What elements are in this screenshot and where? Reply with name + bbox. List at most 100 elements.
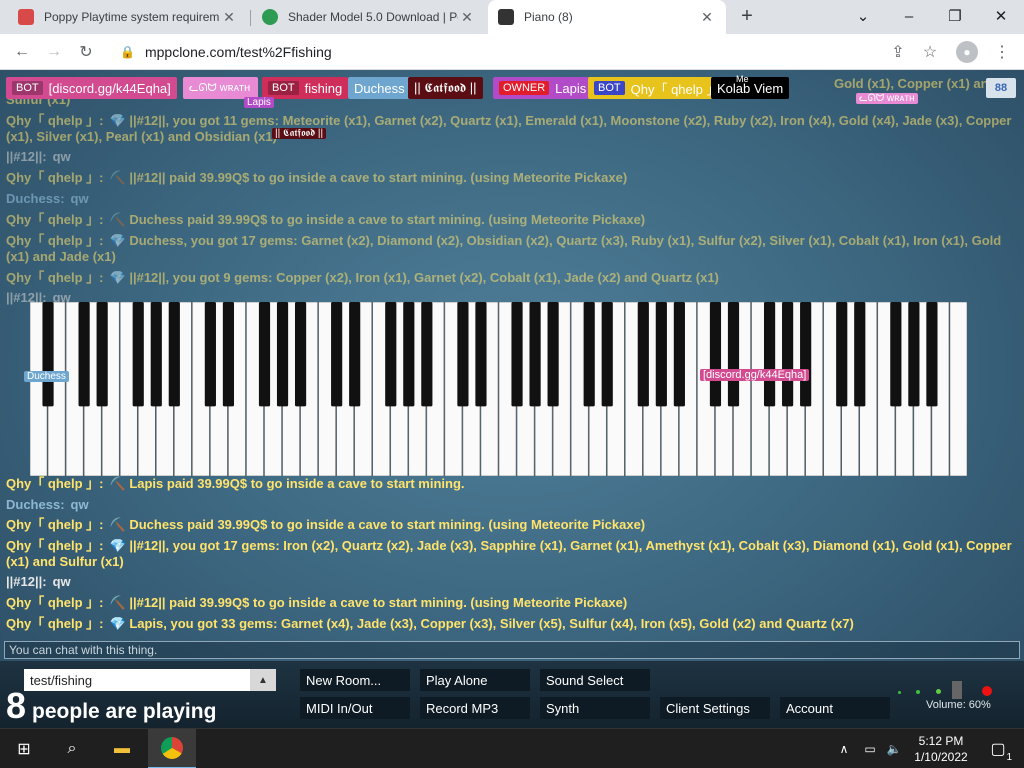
black-key[interactable] (601, 302, 613, 407)
volume-dot (936, 689, 941, 694)
black-key[interactable] (403, 302, 415, 407)
black-key[interactable] (421, 302, 433, 407)
black-key[interactable] (782, 302, 794, 407)
chat-text: Gold (x1), Copper (x1) and (834, 76, 997, 91)
client-settings-button[interactable]: Client Settings (660, 697, 770, 719)
black-key[interactable] (511, 302, 523, 407)
black-key[interactable] (150, 302, 162, 407)
close-icon[interactable]: ✕ (698, 9, 716, 26)
reload-icon[interactable]: ↻ (74, 40, 98, 64)
black-key[interactable] (457, 302, 469, 407)
black-key[interactable] (890, 302, 902, 407)
speaker-icon[interactable]: 🔈 (882, 729, 906, 768)
black-key[interactable] (258, 302, 271, 407)
sound-select-button[interactable]: Sound Select (540, 669, 650, 691)
volume-slider-thumb[interactable] (952, 681, 962, 699)
black-key[interactable] (385, 302, 397, 407)
chat-input[interactable]: You can chat with this thing. (4, 641, 1020, 659)
people-text: people are playing (32, 700, 217, 723)
black-key[interactable] (132, 302, 144, 407)
black-key[interactable] (655, 302, 667, 407)
user-chip-duchess[interactable]: Duchess (348, 77, 411, 99)
black-key[interactable] (349, 302, 361, 407)
forward-icon[interactable]: → (42, 40, 66, 64)
synth-button[interactable]: Synth (540, 697, 650, 719)
black-key[interactable] (637, 302, 649, 407)
chevron-up-tray-icon[interactable]: ∧ (832, 729, 856, 768)
bookmark-star-icon[interactable]: ☆ (918, 40, 942, 64)
account-button[interactable]: Account (780, 697, 890, 719)
tab-piano[interactable]: Piano (8) ✕ (488, 0, 726, 34)
tab-shader[interactable]: Shader Model 5.0 Download | Pe ✕ (252, 0, 486, 34)
user-chip-qhy-bot[interactable]: BOT Qhy「 qhelp 」 (588, 77, 726, 99)
record-mp3-button[interactable]: Record MP3 (420, 697, 530, 719)
share-icon[interactable]: ⇪ (886, 40, 910, 64)
black-key[interactable] (854, 302, 866, 407)
back-icon[interactable]: ← (10, 40, 34, 64)
black-key[interactable] (276, 302, 289, 407)
menu-kebab-icon[interactable]: ⋮ (990, 40, 1014, 64)
address-bar[interactable]: 🔒 mppclone.com/test%2Ffishing (108, 38, 908, 66)
chrome-taskbar-icon[interactable] (148, 729, 196, 768)
black-key[interactable] (727, 302, 740, 407)
black-key[interactable] (331, 302, 343, 407)
black-key[interactable] (800, 302, 812, 407)
black-key[interactable] (96, 302, 108, 407)
chat-text: ⛏️ Duchess paid 39.99Q$ to go inside a c… (109, 212, 646, 227)
user-chip-fishing-bot[interactable]: BOT fishing (262, 77, 349, 99)
profile-avatar[interactable]: ● (956, 41, 978, 63)
user-chip-lapis-owner[interactable]: OWNER Lapis (493, 77, 593, 99)
black-key[interactable] (763, 302, 776, 407)
black-key[interactable] (168, 302, 180, 407)
new-room-button[interactable]: New Room... (300, 669, 410, 691)
black-key[interactable] (222, 302, 235, 407)
black-key[interactable] (926, 302, 938, 407)
cursor-label-duchess: Duchess (24, 371, 69, 382)
midi-button[interactable]: MIDI In/Out (300, 697, 410, 719)
white-key[interactable] (949, 302, 968, 476)
windows-start-icon[interactable]: ⊞ (0, 729, 48, 768)
black-key[interactable] (709, 302, 722, 407)
black-key[interactable] (908, 302, 920, 407)
close-icon[interactable]: ✕ (458, 9, 476, 26)
tab-search-chevron-icon[interactable]: ⌄ (840, 0, 886, 32)
chat-text: qw (52, 149, 71, 164)
notification-count: 1 (1006, 752, 1012, 763)
close-icon[interactable]: ✕ (220, 9, 238, 26)
chat-author: ||#12||: (6, 574, 47, 589)
piano-keyboard[interactable] (30, 302, 968, 476)
black-key[interactable] (529, 302, 541, 407)
user-chip-wrath[interactable]: ᓚᘏᗢ ᴡʀᴀᴛʜ (183, 77, 258, 99)
notification-icon[interactable]: ▢ 1 (978, 729, 1018, 768)
black-key[interactable] (294, 302, 307, 407)
file-explorer-icon[interactable]: ▬ (98, 729, 146, 768)
chat-author: Qhy「 qhelp 」: (6, 595, 104, 610)
piano-favicon (498, 9, 514, 25)
black-key[interactable] (42, 302, 54, 407)
minimize-icon[interactable]: – (886, 0, 932, 32)
tab-title: Shader Model 5.0 Download | Pe (288, 10, 458, 24)
top-right-button[interactable]: 88 (986, 78, 1016, 98)
maximize-icon[interactable]: ❐ (932, 0, 978, 32)
black-key[interactable] (78, 302, 90, 407)
user-chip-discord-bot[interactable]: BOT [discord.gg/k44Eqha] (6, 77, 177, 99)
black-key[interactable] (204, 302, 216, 407)
black-key[interactable] (475, 302, 487, 407)
volume-knob[interactable] (896, 681, 996, 699)
black-key[interactable] (673, 302, 685, 407)
clock[interactable]: 5:12 PM 1/10/2022 (906, 733, 976, 765)
user-chip-catfood[interactable]: || 𝕮𝖆𝖙𝖋𝖔𝖔𝖉 || (408, 77, 483, 99)
tab-poppy[interactable]: Poppy Playtime system requirem ✕ (8, 0, 248, 34)
user-name: Lapis (555, 80, 587, 96)
play-alone-button[interactable]: Play Alone (420, 669, 530, 691)
network-icon[interactable]: ▭ (858, 729, 882, 768)
chevron-up-icon[interactable]: ▲ (250, 669, 276, 691)
window-close-icon[interactable]: ✕ (978, 0, 1024, 32)
user-chip-kolab-viem-me[interactable]: Kolab Viem (711, 77, 790, 99)
search-icon[interactable]: ⌕ (48, 729, 96, 768)
url-text: mppclone.com/test%2Ffishing (144, 44, 332, 60)
black-key[interactable] (547, 302, 559, 407)
black-key[interactable] (583, 302, 595, 407)
new-tab-plus-icon[interactable]: + (730, 0, 764, 32)
black-key[interactable] (836, 302, 848, 407)
